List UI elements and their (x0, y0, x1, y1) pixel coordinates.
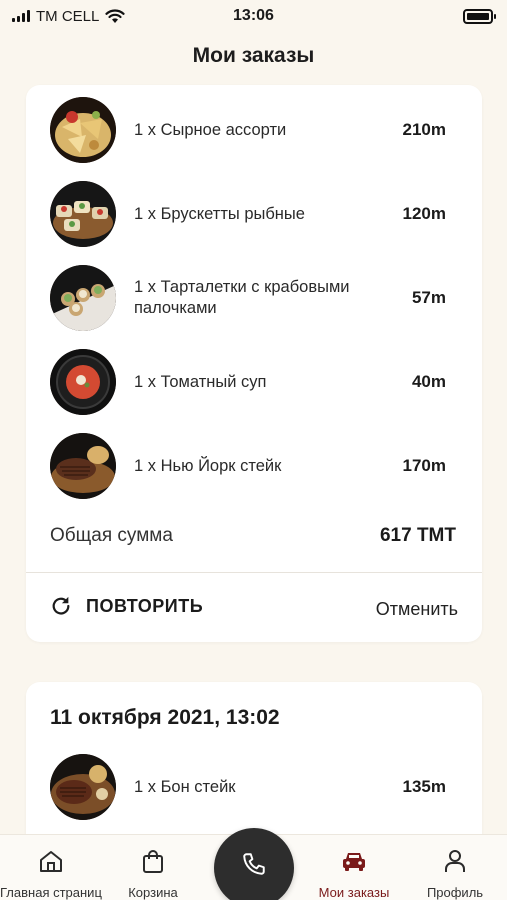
item-price: 210m (402, 120, 446, 139)
wifi-icon (105, 8, 125, 23)
tab-label: Корзина (128, 885, 178, 900)
bone-steak-photo (50, 754, 116, 820)
total-label: Общая сумма (50, 525, 173, 546)
item-price: 135m (402, 777, 446, 796)
carrier-name: TM CELL (36, 7, 100, 25)
order-item[interactable]: 1 x Брускетты рыбные 120m (26, 179, 482, 249)
repeat-label: ПОВТОРИТЬ (86, 595, 204, 616)
order-item[interactable]: 1 x Тарталетки с крабовыми палочками 57m (26, 263, 482, 333)
shopping-bag-icon (143, 850, 163, 873)
item-name: 1 x Бон стейк (134, 777, 236, 796)
cheese-platter-photo (50, 97, 116, 163)
tab-cart[interactable]: Корзина (103, 835, 203, 900)
tab-label: Профиль (426, 885, 484, 900)
bruschetta-photo (50, 181, 116, 247)
item-price: 57m (411, 288, 446, 307)
call-button[interactable] (214, 828, 294, 900)
total-value: 617 TMT (379, 525, 456, 546)
refresh-icon (52, 596, 70, 615)
status-left: TM CELL (12, 8, 125, 25)
item-name: 1 x Тарталетки с крабовыми палочками (134, 278, 350, 317)
repeat-order-button[interactable]: ПОВТОРИТЬ (50, 595, 203, 617)
item-price: 120m (402, 204, 446, 223)
order-item[interactable]: 1 x Томатный суп 40m (26, 347, 482, 417)
tab-home[interactable]: Главная страница (0, 835, 102, 900)
status-bar: TM CELL 13:06 (0, 0, 507, 32)
cancel-order-button[interactable]: Отменить (376, 599, 458, 620)
tab-label: Главная страница (0, 885, 102, 900)
item-name: 1 x Брускетты рыбные (134, 204, 305, 223)
tab-profile[interactable]: Профиль (405, 835, 505, 900)
tomato-soup-photo (50, 349, 116, 415)
order-date: 11 октября 2021, 13:02 (50, 706, 280, 729)
order-item[interactable]: 1 x Нью Йорк стейк 170m (26, 431, 482, 501)
item-name: 1 x Сырное ассорти (134, 120, 287, 139)
page-title: Мои заказы (192, 44, 315, 67)
battery-icon (463, 8, 496, 24)
item-price: 40m (411, 372, 446, 391)
order-item[interactable]: 1 x Бон стейк 135m (26, 752, 482, 822)
order-card: 1 x Сырное ассорти 210m 1 x Брускетты ры… (26, 85, 482, 642)
item-price: 170m (402, 456, 446, 475)
tab-label: Мои заказы (318, 885, 390, 900)
signal-icon (12, 10, 30, 22)
tartlets-photo (50, 265, 116, 331)
phone-icon (243, 853, 265, 875)
order-item[interactable]: 1 x Сырное ассорти 210m (26, 95, 482, 165)
home-icon (40, 851, 62, 872)
divider (26, 572, 482, 573)
steak-photo (50, 433, 116, 499)
item-name: 1 x Томатный суп (134, 372, 267, 391)
user-icon (445, 850, 465, 872)
tab-my-orders[interactable]: Мои заказы (304, 835, 404, 900)
car-icon (343, 853, 365, 871)
item-name: 1 x Нью Йорк стейк (134, 456, 282, 475)
